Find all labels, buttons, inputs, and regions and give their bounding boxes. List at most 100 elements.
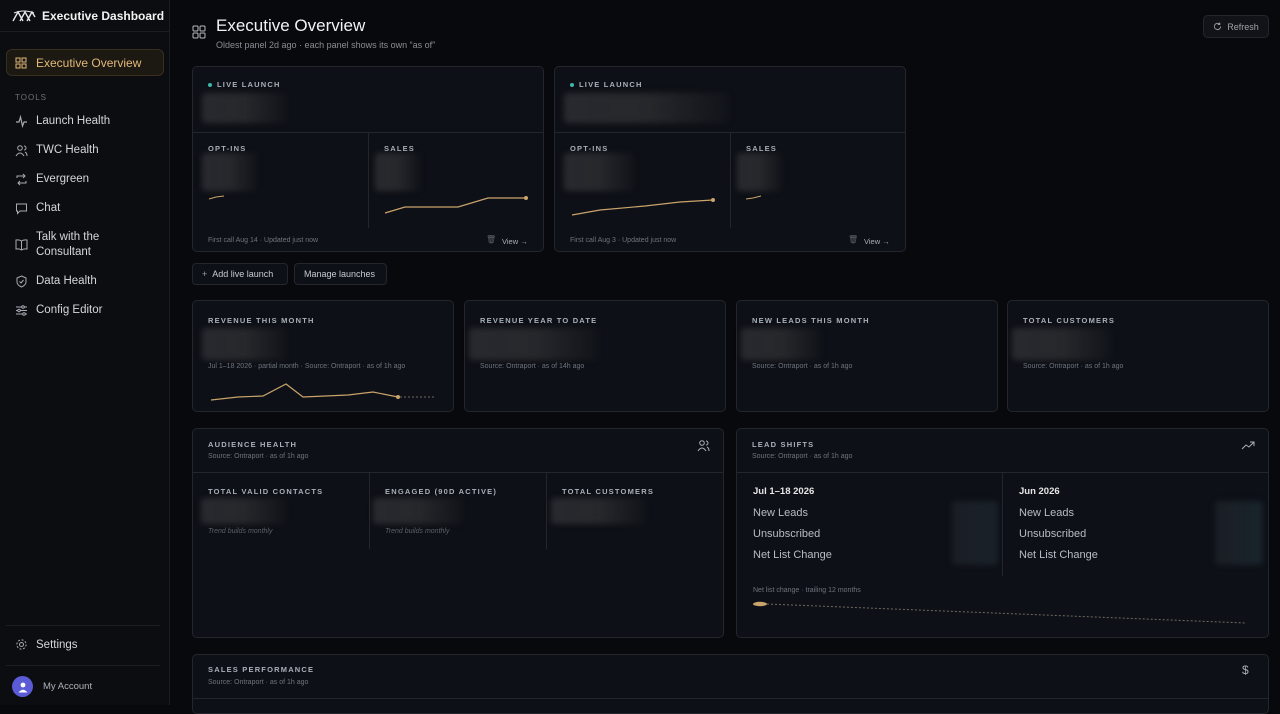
grid-icon [15, 57, 27, 68]
optins-sparkline [208, 195, 225, 200]
brand[interactable]: Executive Dashboard [0, 0, 169, 32]
divider [368, 133, 369, 228]
user-icon [18, 682, 27, 692]
kpi-value-redacted [741, 328, 821, 360]
add-live-launch-label: Add live launch [212, 269, 274, 279]
sidebar-item-label: Config Editor [36, 304, 103, 316]
row-label: New Leads [1019, 507, 1075, 519]
activity-icon [16, 115, 27, 128]
sidebar-item-twc-health[interactable]: TWC Health [15, 143, 99, 158]
metric-label: ENGAGED (90D ACTIVE) [385, 487, 498, 496]
avatar [12, 676, 33, 697]
divider [730, 133, 731, 228]
launch-name-redacted [564, 93, 729, 123]
optins-label: OPT-INS [570, 144, 609, 153]
manage-launches-label: Manage launches [304, 269, 376, 279]
row-label: Unsubscribed [753, 528, 821, 540]
sidebar-item-data-health[interactable]: Data Health [15, 274, 97, 289]
live-badge: LIVE LAUNCH [208, 80, 281, 89]
audience-health-card: AUDIENCE HEALTH Source: Ontraport · as o… [192, 428, 724, 638]
kpi-label: TOTAL CUSTOMERS [1023, 316, 1116, 325]
launch-meta: First call Aug 3 · Updated just now [570, 237, 677, 244]
dollar-icon: $ [1242, 663, 1249, 677]
account-label: My Account [43, 681, 93, 692]
sidebar-item-talk-with-the-consultant[interactable]: Talk with the Consultant [15, 230, 125, 260]
period-title: Jun 2026 [1019, 486, 1060, 497]
sliders-icon [16, 305, 27, 316]
card-meta: Source: Ontraport · as of 1h ago [752, 453, 853, 460]
net-list-trend-line [753, 601, 1247, 624]
manage-launches-button[interactable]: Manage launches [294, 263, 387, 285]
plus-icon: + [202, 269, 208, 279]
period-values-redacted [952, 501, 998, 565]
refresh-button[interactable]: Refresh [1203, 15, 1269, 38]
kpi-card-revenue-ytd: REVENUE YEAR TO DATE Source: Ontraport ·… [464, 300, 726, 412]
sidebar-item-evergreen[interactable]: Evergreen [15, 172, 89, 187]
chat-icon [16, 203, 27, 215]
sidebar-item-config-editor[interactable]: Config Editor [15, 303, 102, 318]
row-label: Net List Change [1019, 549, 1098, 561]
live-dot [208, 83, 212, 88]
delete-icon[interactable]: 🗑 [848, 235, 858, 244]
refresh-label: Refresh [1227, 21, 1259, 32]
sidebar-item-settings[interactable]: Settings [15, 638, 78, 651]
live-dot [570, 83, 574, 88]
account-menu[interactable]: My Account [12, 676, 92, 697]
trend-label: Net list change · trailing 12 months [753, 587, 861, 594]
metric-value-redacted [201, 498, 286, 524]
card-title: SALES PERFORMANCE [208, 665, 315, 674]
launch-meta: First call Aug 14 · Updated just now [208, 237, 319, 244]
sidebar-divider [6, 625, 160, 626]
view-button[interactable]: View → [864, 237, 890, 246]
repeat-icon [16, 173, 27, 186]
view-button[interactable]: View → [502, 237, 528, 246]
sales-value-redacted [375, 153, 420, 191]
sidebar-item-launch-health[interactable]: Launch Health [15, 114, 110, 129]
sidebar-item-label: Data Health [36, 275, 97, 287]
sales-value-redacted [737, 153, 782, 191]
metric-label: TOTAL CUSTOMERS [562, 487, 655, 496]
divider [1002, 473, 1003, 576]
add-live-launch-button[interactable]: + Add live launch [192, 263, 288, 285]
dashboard-grid-icon [192, 25, 206, 39]
delete-icon[interactable]: 🗑 [486, 235, 496, 244]
page-title: Executive Overview [216, 16, 366, 35]
row-label: Unsubscribed [1019, 528, 1087, 540]
gear-icon [16, 639, 27, 650]
sidebar-item-label: Evergreen [36, 173, 90, 185]
sales-sparkline [745, 195, 762, 200]
refresh-icon [1214, 22, 1222, 31]
kpi-card-total-customers: TOTAL CUSTOMERS Source: Ontraport · as o… [1007, 300, 1269, 412]
page-subtitle: Oldest panel 2d ago · each panel shows i… [216, 40, 436, 50]
kpi-label: REVENUE THIS MONTH [208, 316, 315, 325]
users-icon [697, 440, 710, 452]
kpi-label: NEW LEADS THIS MONTH [752, 316, 870, 325]
launch-name-redacted [202, 93, 287, 123]
card-title: LEAD SHIFTS [752, 440, 815, 449]
metric-value-redacted [373, 498, 463, 524]
metric-value-redacted [551, 498, 646, 524]
sidebar-item-executive-overview[interactable]: Executive Overview [6, 49, 164, 76]
optins-sparkline [571, 198, 715, 216]
optins-value-redacted [202, 153, 257, 191]
users-icon [15, 145, 28, 157]
sales-label: SALES [384, 144, 416, 153]
sales-performance-card: SALES PERFORMANCE Source: Ontraport · as… [192, 654, 1269, 714]
app-title: Executive Dashboard [42, 8, 165, 23]
logo-icon [12, 10, 36, 21]
divider [369, 473, 370, 549]
row-label: Net List Change [753, 549, 832, 561]
divider [546, 473, 547, 549]
sales-sparkline [384, 196, 528, 214]
sidebar-item-label: Chat [36, 202, 61, 214]
sidebar-item-label: Launch Health [36, 115, 111, 127]
sidebar-item-label: Talk with the Consultant [36, 231, 100, 258]
launch-card: LIVE LAUNCH OPT-INS SALES First call Aug… [192, 66, 544, 252]
kpi-value-redacted [469, 328, 599, 360]
sidebar-item-chat[interactable]: Chat [15, 201, 60, 216]
section-label-tools: TOOLS [15, 93, 47, 102]
card-meta: Source: Ontraport · as of 1h ago [208, 679, 309, 686]
kpi-meta: Source: Ontraport · as of 14h ago [480, 363, 585, 370]
trend-note: Trend builds monthly [385, 528, 450, 535]
kpi-value-redacted [202, 328, 287, 360]
